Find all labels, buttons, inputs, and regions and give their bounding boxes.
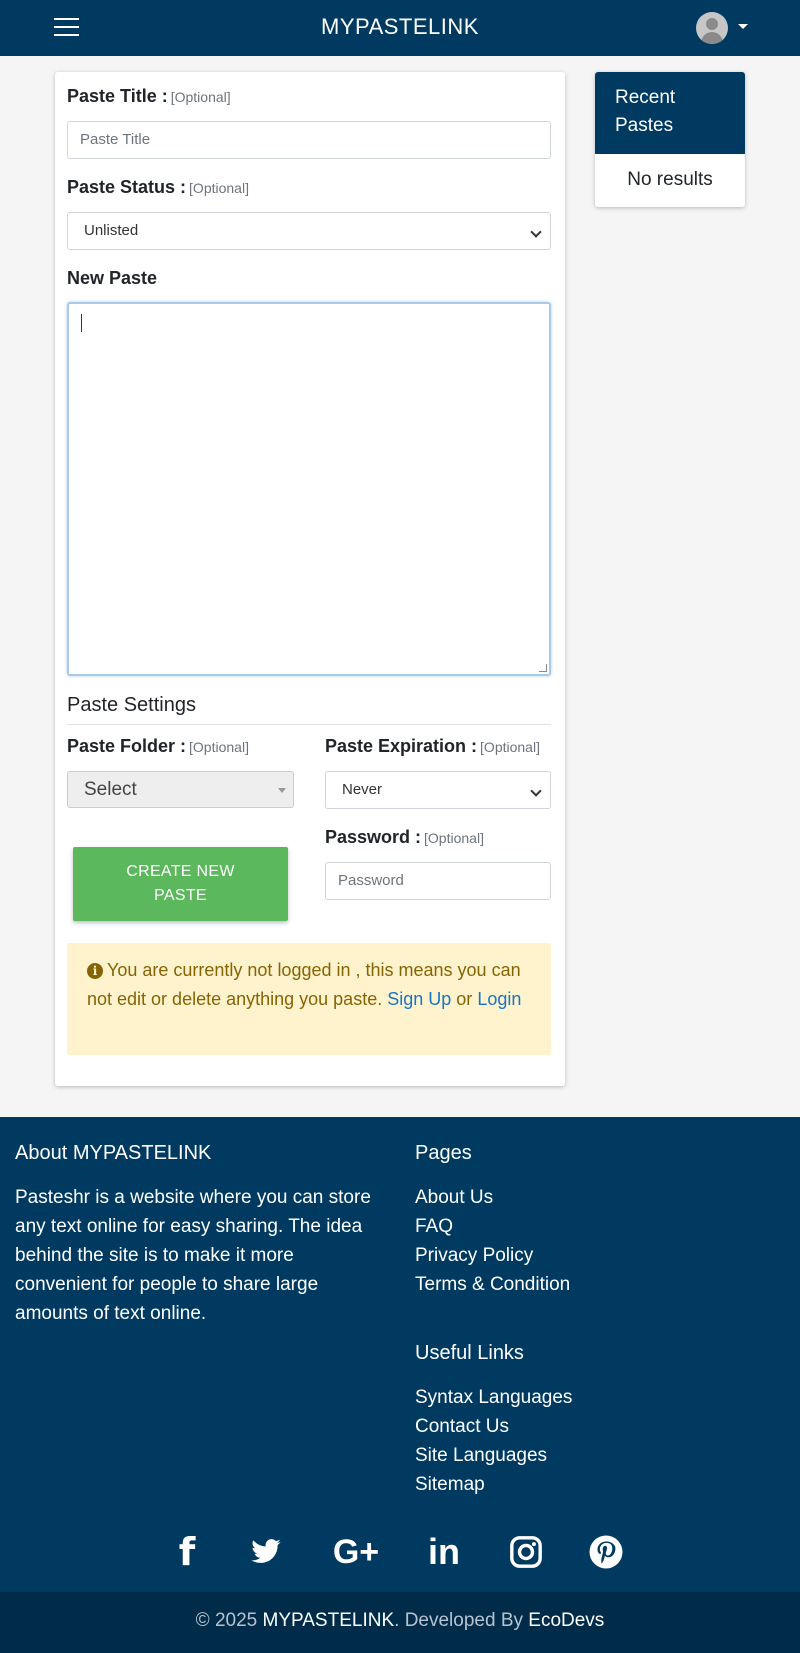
developer-link[interactable]: EcoDevs (528, 1610, 604, 1631)
site-brand[interactable]: MYPASTELINK (0, 14, 800, 40)
alert-or: or (456, 989, 473, 1009)
recent-pastes-panel: Recent Pastes No results (595, 72, 745, 207)
recent-pastes-empty: No results (627, 169, 713, 190)
footer-useful-title: Useful Links (415, 1342, 524, 1364)
footer-useful-list: Syntax Languages Contact Us Site Languag… (415, 1383, 572, 1499)
footer-link-contact[interactable]: Contact Us (415, 1412, 572, 1441)
create-new-paste-button[interactable]: CREATE NEW PASTE (73, 847, 288, 921)
user-avatar-icon[interactable] (696, 12, 728, 44)
linkedin-icon[interactable]: in (424, 1527, 464, 1577)
pinterest-icon[interactable] (586, 1527, 626, 1577)
instagram-icon[interactable] (506, 1527, 546, 1577)
site-footer: About MYPASTELINK Pasteshr is a website … (0, 1117, 800, 1592)
copyright-bar: © 2025 MYPASTELINK. Developed By EcoDevs (0, 1592, 800, 1653)
footer-link-faq[interactable]: FAQ (415, 1212, 570, 1241)
footer-pages-title: Pages (415, 1142, 472, 1164)
navbar: MYPASTELINK (0, 0, 800, 56)
footer-pages-list: About Us FAQ Privacy Policy Terms & Cond… (415, 1183, 570, 1299)
footer-about-title: About MYPASTELINK (15, 1142, 212, 1164)
paste-form-card: Paste Title : [Optional] Paste Title Past… (55, 72, 565, 1086)
info-icon: i (87, 963, 103, 979)
google-plus-icon[interactable]: G+ (328, 1527, 384, 1577)
login-link[interactable]: Login (477, 989, 521, 1009)
copyright-middle: . Developed By (394, 1610, 523, 1631)
copyright-prefix: © 2025 (195, 1610, 258, 1631)
footer-about-text: Pasteshr is a website where you can stor… (15, 1187, 371, 1324)
paste-folder-label: Paste Folder : [Optional] (67, 736, 249, 756)
copyright-brand-link[interactable]: MYPASTELINK (263, 1610, 395, 1631)
recent-pastes-title: Recent Pastes (595, 72, 745, 154)
facebook-icon[interactable]: f (172, 1527, 202, 1577)
new-paste-label: New Paste (67, 268, 158, 288)
create-button-line1: CREATE NEW (126, 863, 235, 880)
footer-link-about-us[interactable]: About Us (415, 1183, 570, 1212)
create-button-line2: PASTE (154, 887, 207, 904)
paste-expiration-select[interactable]: Never (325, 771, 551, 809)
paste-folder-select[interactable]: Select (67, 771, 294, 808)
footer-link-terms[interactable]: Terms & Condition (415, 1270, 570, 1299)
resize-grip-icon[interactable] (539, 664, 547, 672)
password-label: Password : [Optional] (325, 827, 484, 847)
footer-link-site-languages[interactable]: Site Languages (415, 1441, 572, 1470)
paste-title-label: Paste Title : [Optional] (67, 86, 231, 106)
sign-up-link[interactable]: Sign Up (387, 989, 451, 1009)
social-links: f G+ in (0, 1527, 800, 1577)
password-input[interactable]: Password (325, 862, 551, 900)
paste-title-input[interactable]: Paste Title (67, 121, 551, 159)
footer-link-privacy[interactable]: Privacy Policy (415, 1241, 570, 1270)
paste-expiration-label: Paste Expiration : [Optional] (325, 736, 540, 756)
footer-link-syntax[interactable]: Syntax Languages (415, 1383, 572, 1412)
footer-link-sitemap[interactable]: Sitemap (415, 1470, 572, 1499)
twitter-icon[interactable] (244, 1527, 288, 1577)
text-cursor (81, 314, 82, 332)
new-paste-textarea[interactable] (67, 302, 551, 676)
paste-status-label: Paste Status : [Optional] (67, 177, 249, 197)
settings-divider (67, 724, 551, 725)
paste-status-select[interactable]: Unlisted (67, 212, 551, 250)
paste-settings-title: Paste Settings (67, 694, 196, 716)
not-logged-in-alert: i You are currently not logged in , this … (67, 943, 551, 1055)
caret-down-icon[interactable] (738, 24, 748, 29)
